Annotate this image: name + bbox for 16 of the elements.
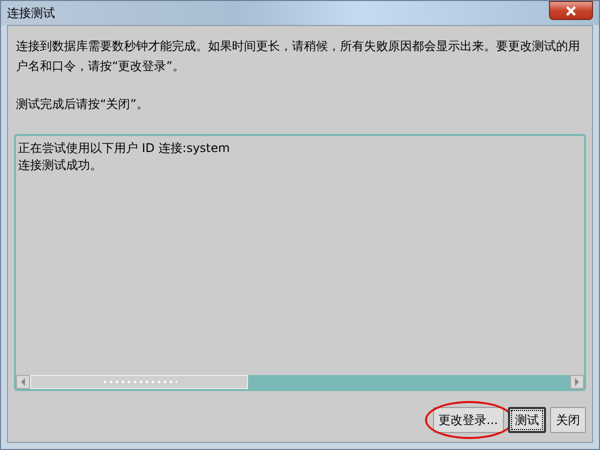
scroll-left-button[interactable] <box>16 375 30 389</box>
instruction-text: 连接到数据库需要数秒钟才能完成。如果时间更长，请稍候，所有失败原因都会显示出来。要更改测试的用户名和口令，请按“更改登录”。 <box>16 38 581 75</box>
dialog-button[interactable]: 更改登录... <box>432 407 504 433</box>
scroll-thumb[interactable] <box>30 375 248 389</box>
dialog-button[interactable]: 测试 <box>508 407 546 433</box>
window-title: 连接测试 <box>7 4 55 22</box>
close-icon <box>564 4 578 16</box>
output-line: 正在尝试使用以下用户 ID 连接:system <box>18 140 231 157</box>
output-line: 连接测试成功。 <box>18 157 103 174</box>
close-button[interactable] <box>549 1 593 20</box>
horizontal-scrollbar[interactable] <box>16 375 584 389</box>
dialog-button[interactable]: 关闭 <box>550 407 586 433</box>
scroll-right-button[interactable] <box>570 375 584 389</box>
instruction-text: 测试完成后请按“关闭”。 <box>16 96 150 113</box>
left-arrow-icon <box>20 378 26 386</box>
right-arrow-icon <box>574 378 580 386</box>
